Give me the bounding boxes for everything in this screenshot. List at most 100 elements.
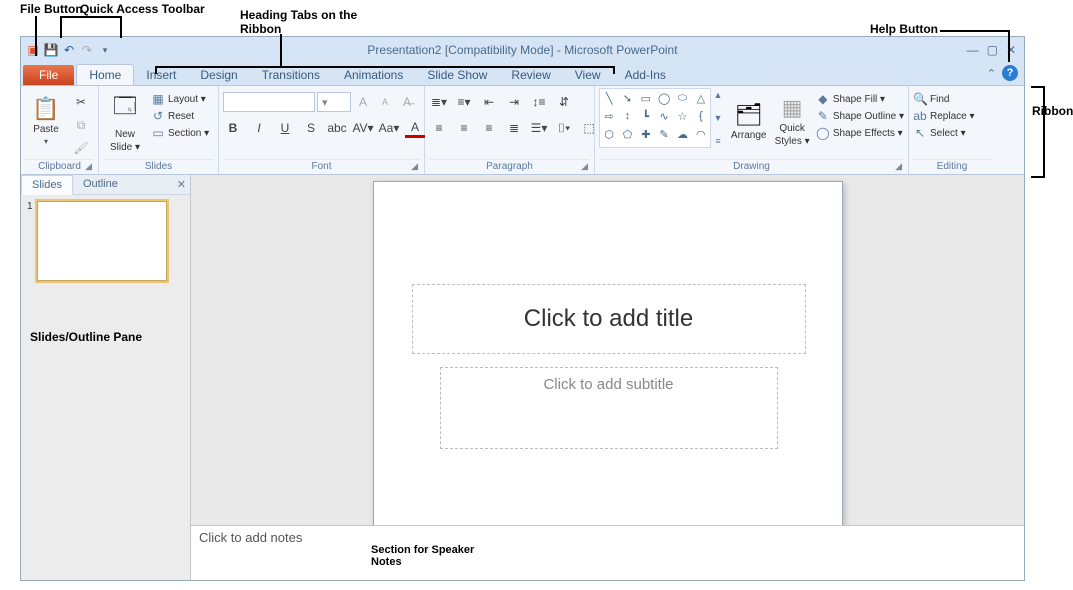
shape-curve-icon[interactable]: ∿ [655,107,673,125]
underline-icon[interactable]: U [275,118,295,138]
font-size-select[interactable]: ▾ [317,92,351,112]
tab-transitions[interactable]: Transitions [250,65,332,85]
pane-close-icon[interactable]: ✕ [177,178,186,191]
shape-rrect-icon[interactable]: ⬭ [673,89,691,107]
tab-review[interactable]: Review [499,65,562,85]
shape-brace-icon[interactable]: { [692,107,710,125]
shape-star-icon[interactable]: ☆ [673,107,691,125]
slide-thumbnail[interactable] [37,201,167,281]
tab-insert[interactable]: Insert [134,65,188,85]
subtitle-placeholder[interactable]: Click to add subtitle [440,367,778,449]
tab-addins[interactable]: Add-Ins [613,65,678,85]
tab-view[interactable]: View [563,65,613,85]
shape-callout-icon[interactable]: ✎ [655,125,673,143]
save-icon[interactable]: 💾 [43,42,59,58]
increase-indent-icon[interactable]: ⇥ [504,92,524,112]
new-slide-button[interactable]: 🗔 New Slide ▾ [103,88,147,154]
paragraph-launcher-icon[interactable]: ◢ [581,161,588,172]
shape-rarrow-icon[interactable]: ⇨ [600,107,618,125]
tab-home[interactable]: Home [76,64,134,85]
slide-canvas-holder[interactable]: Click to add title Click to add subtitle [191,175,1024,525]
drawing-launcher-icon[interactable]: ◢ [895,161,902,172]
find-button[interactable]: 🔍Find [913,92,975,106]
pane-tab-slides[interactable]: Slides [21,175,73,195]
quick-styles-button[interactable]: ▦ Quick Styles ▾ [772,88,811,154]
shape-ellipse-icon[interactable]: ◯ [655,89,673,107]
shape-effects-button[interactable]: ◯Shape Effects ▾ [816,126,904,140]
align-center-icon[interactable]: ≡ [454,118,474,138]
font-color-icon[interactable]: A [405,118,425,138]
minimize-button[interactable]: — [967,43,979,57]
slide-canvas[interactable]: Click to add title Click to add subtitle [373,181,843,525]
format-painter-icon[interactable]: 🖌 [71,138,91,158]
paste-button[interactable]: 📋 Paste ▾ [25,88,67,154]
shape-triangle-icon[interactable]: △ [692,89,710,107]
scroll-down-icon[interactable]: ▼ [714,113,723,123]
shadow-icon[interactable]: abc [327,118,347,138]
change-case-icon[interactable]: Aa▾ [379,118,399,138]
select-button[interactable]: ↖Select ▾ [913,126,975,140]
line-spacing-icon[interactable]: ↕≡ [529,92,549,112]
shape-fill-button[interactable]: ◆Shape Fill ▾ [816,92,904,106]
bullets-icon[interactable]: ≣▾ [429,92,449,112]
redo-icon[interactable]: ↷ [79,42,95,58]
grow-font-icon[interactable]: A [353,92,373,112]
shape-cloud-icon[interactable]: ☁ [673,125,691,143]
font-launcher-icon[interactable]: ◢ [411,161,418,172]
group-label-paragraph: Paragraph◢ [429,159,590,174]
scroll-more-icon[interactable]: ≡ [715,136,720,146]
copy-icon[interactable]: ⧉ [71,115,91,135]
group-label-editing: Editing [913,159,991,174]
section-button[interactable]: ▭Section ▾ [151,126,209,140]
decrease-indent-icon[interactable]: ⇤ [479,92,499,112]
clipboard-launcher-icon[interactable]: ◢ [85,161,92,172]
columns-icon[interactable]: ☰▾ [529,118,549,138]
scroll-up-icon[interactable]: ▲ [714,90,723,100]
char-spacing-icon[interactable]: AV▾ [353,118,373,138]
shapes-gallery[interactable]: ╲ ➘ ▭ ◯ ⬭ △ ⇨ ↕ ┗ ∿ ☆ { ⬡ ⬠ ✚ [599,88,711,148]
tab-slideshow[interactable]: Slide Show [415,65,499,85]
tab-animations[interactable]: Animations [332,65,415,85]
shape-hex-icon[interactable]: ⬡ [600,125,618,143]
shape-connector-icon[interactable]: ┗ [637,107,655,125]
quick-styles-label-1: Quick [779,123,805,134]
align-left-icon[interactable]: ≡ [429,118,449,138]
strike-icon[interactable]: S [301,118,321,138]
minimize-ribbon-icon[interactable]: ⌃ [987,67,996,80]
tab-design[interactable]: Design [188,65,249,85]
title-placeholder[interactable]: Click to add title [412,284,806,354]
justify-icon[interactable]: ≣ [504,118,524,138]
arrange-button[interactable]: 🗂 Arrange [729,88,768,154]
shape-outline-button[interactable]: ✎Shape Outline ▾ [816,109,904,123]
notes-pane[interactable]: Click to add notes Section for Speaker N… [191,525,1024,580]
maximize-button[interactable]: ▢ [987,43,998,57]
undo-icon[interactable]: ↶ [61,42,77,58]
shapes-scroll[interactable]: ▲ ▼ ≡ [711,88,725,148]
shape-pent-icon[interactable]: ⬠ [618,125,636,143]
font-family-select[interactable] [223,92,315,112]
pane-tab-outline[interactable]: Outline [73,175,128,194]
reset-button[interactable]: ↺Reset [151,109,209,123]
shape-line-icon[interactable]: ╲ [600,89,618,107]
layout-button[interactable]: ▦Layout ▾ [151,92,209,106]
text-direction-icon[interactable]: ⇵ [554,92,574,112]
align-text-icon[interactable]: ⌷▾ [554,118,574,138]
shrink-font-icon[interactable]: A [375,92,395,112]
callout-ribbon: Ribbon [1032,104,1073,118]
italic-icon[interactable]: I [249,118,269,138]
shape-darrow-icon[interactable]: ↕ [618,107,636,125]
shape-plus-icon[interactable]: ✚ [637,125,655,143]
shape-arc-icon[interactable]: ◠ [692,125,710,143]
clear-formatting-icon[interactable]: A̶ [397,92,417,112]
replace-button[interactable]: abReplace ▾ [913,109,975,123]
shape-rect-icon[interactable]: ▭ [637,89,655,107]
reset-icon: ↺ [151,109,165,123]
tab-file[interactable]: File [23,65,74,85]
numbering-icon[interactable]: ≡▾ [454,92,474,112]
align-right-icon[interactable]: ≡ [479,118,499,138]
cut-icon[interactable]: ✂ [71,92,91,112]
shape-arrow-icon[interactable]: ➘ [618,89,636,107]
bold-icon[interactable]: B [223,118,243,138]
qat-dropdown-icon[interactable]: ▾ [97,42,113,58]
help-button[interactable]: ? [1002,65,1018,81]
